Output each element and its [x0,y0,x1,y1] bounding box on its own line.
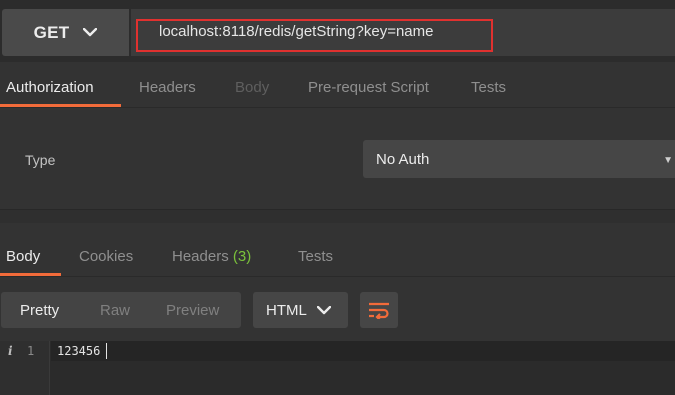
format-dropdown[interactable]: HTML [253,292,348,328]
section-divider [0,209,675,223]
caret-down-icon: ▼ [663,155,673,166]
text-cursor [106,343,107,359]
tab-body[interactable]: Body [235,79,269,96]
auth-section: Type No Auth ▼ [0,109,675,209]
chevron-down-icon [316,305,331,314]
url-input[interactable]: localhost:8118/redis/getString?key=name [131,9,675,56]
tab-response-body[interactable]: Body [6,248,40,265]
active-line-highlight [51,341,675,361]
tab-response-headers[interactable]: Headers (3) [172,248,251,265]
wrap-lines-button[interactable] [360,292,398,328]
method-dropdown[interactable]: GET [2,9,129,56]
wrap-lines-icon [369,302,389,319]
tab-authorization[interactable]: Authorization [6,79,94,96]
pretty-button[interactable]: Pretty [20,302,59,319]
auth-type-value: No Auth [376,151,430,168]
view-mode-group: Pretty Raw Preview [1,292,241,328]
tab-response-tests[interactable]: Tests [298,248,333,265]
response-body-editor[interactable]: i 1 123456 [0,341,675,395]
request-bar: GET localhost:8118/redis/getString?key=n… [0,0,675,62]
raw-button[interactable]: Raw [100,302,130,319]
request-tabs: Authorization Headers Body Pre-request S… [0,66,675,108]
editor-gutter: i 1 [0,341,50,395]
active-response-tab-indicator [0,273,61,276]
response-body-text: 123456 [57,344,101,358]
line-number: 1 [27,344,35,358]
preview-button[interactable]: Preview [166,302,219,319]
method-label: GET [33,22,70,42]
auth-type-label: Type [25,152,56,168]
active-tab-indicator [0,104,121,107]
auth-type-select[interactable]: No Auth ▼ [363,140,675,178]
format-label: HTML [266,301,307,319]
tab-pre-request-script[interactable]: Pre-request Script [308,79,429,96]
info-icon: i [8,344,13,358]
tab-headers[interactable]: Headers [139,79,196,96]
headers-count-badge: (3) [232,248,252,265]
tab-cookies[interactable]: Cookies [79,248,133,265]
response-tabs: Body Cookies Headers (3) Tests [0,224,675,277]
url-text: localhost:8118/redis/getString?key=name [159,23,434,40]
tab-response-headers-label: Headers [172,248,229,265]
tab-tests[interactable]: Tests [471,79,506,96]
chevron-down-icon [83,28,98,37]
